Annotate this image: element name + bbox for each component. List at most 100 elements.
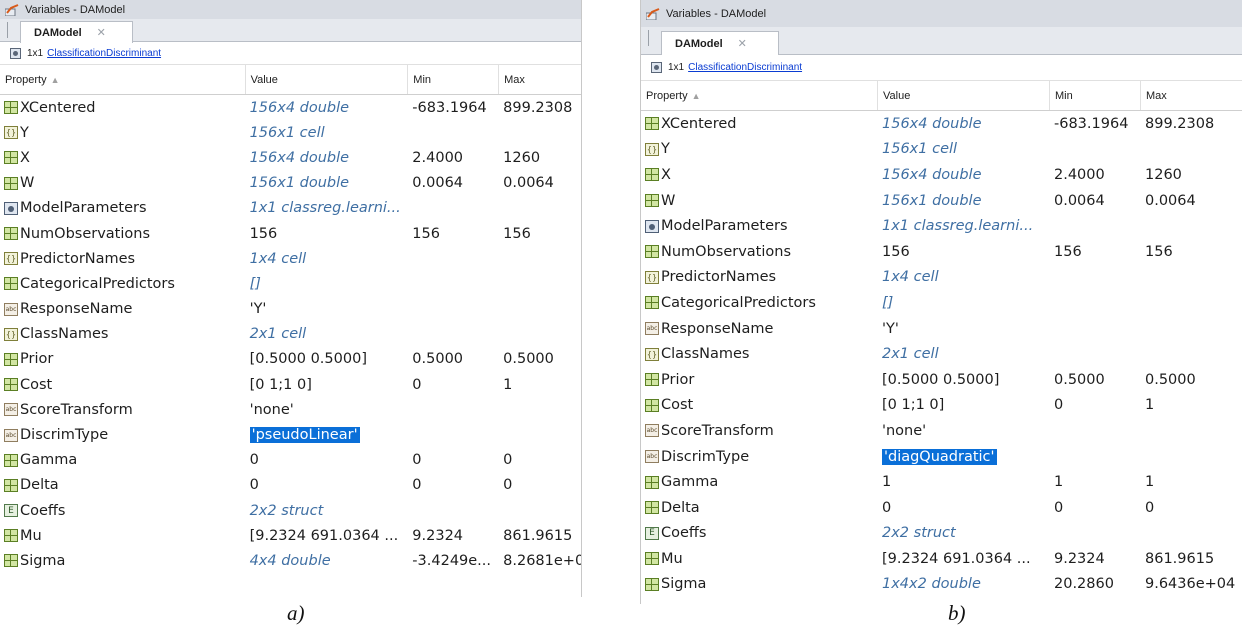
property-cell[interactable]: {} PredictorNames [641, 269, 878, 285]
value-cell[interactable]: 1x4 cell [878, 269, 1050, 285]
table-row[interactable]: Sigma 1x4x2 double 20.2860 9.6436e+04 [641, 572, 1242, 598]
property-cell[interactable]: abc ScoreTransform [641, 423, 878, 439]
table-row[interactable]: {} PredictorNames 1x4 cell [0, 246, 581, 271]
table-row[interactable]: CategoricalPredictors [] [641, 290, 1242, 316]
property-cell[interactable]: Gamma [641, 474, 878, 490]
property-cell[interactable]: Mu [0, 528, 246, 544]
table-row[interactable]: ModelParameters 1x1 classreg.learni... [0, 196, 581, 221]
value-cell[interactable]: 0 [246, 452, 409, 468]
value-cell[interactable]: 'none' [878, 423, 1050, 439]
property-cell[interactable]: abc ScoreTransform [0, 402, 246, 418]
column-header-min[interactable]: Min [1050, 81, 1141, 110]
table-row[interactable]: abc DiscrimType'diagQuadratic' [641, 444, 1242, 470]
value-cell[interactable]: 'Y' [246, 301, 409, 317]
property-cell[interactable]: Gamma [0, 452, 246, 468]
value-cell[interactable]: [9.2324 691.0364 ... [246, 528, 409, 544]
property-cell[interactable]: E Coeffs [641, 525, 878, 541]
property-cell[interactable]: XCentered [641, 116, 878, 132]
value-cell[interactable]: 2x2 struct [246, 503, 409, 519]
value-cell[interactable]: 156x4 double [878, 167, 1050, 183]
value-cell[interactable]: 2x1 cell [878, 346, 1050, 362]
property-cell[interactable]: E Coeffs [0, 503, 246, 519]
column-header-max[interactable]: Max [1141, 81, 1242, 110]
property-cell[interactable]: ModelParameters [0, 200, 246, 216]
value-cell[interactable]: 1x1 classreg.learni... [246, 200, 409, 216]
value-cell[interactable]: 'pseudoLinear' [246, 427, 409, 444]
property-cell[interactable]: Delta [0, 477, 246, 493]
value-cell[interactable]: 156x1 cell [246, 125, 409, 141]
value-cell[interactable]: 156 [246, 226, 409, 242]
value-cell[interactable]: 156x1 double [246, 175, 409, 191]
value-cell[interactable]: 156 [878, 244, 1050, 260]
drag-grip[interactable] [648, 30, 650, 46]
value-cell[interactable]: 2x2 struct [878, 525, 1050, 541]
property-cell[interactable]: NumObservations [641, 244, 878, 260]
table-row[interactable]: abc ResponseName 'Y' [0, 297, 581, 322]
close-icon[interactable]: ✕ [97, 26, 106, 39]
value-cell[interactable]: 'none' [246, 402, 409, 418]
table-row[interactable]: {} ClassNames 2x1 cell [0, 322, 581, 347]
drag-grip[interactable] [7, 22, 9, 38]
property-cell[interactable]: {} Y [0, 125, 246, 141]
value-cell[interactable]: 1x1 classreg.learni... [878, 218, 1050, 234]
property-cell[interactable]: abc DiscrimType [641, 449, 878, 465]
table-row[interactable]: Gamma 1 1 1 [641, 469, 1242, 495]
window-titlebar[interactable]: Variables - DAModel [0, 0, 581, 19]
table-row[interactable]: W 156x1 double 0.0064 0.0064 [0, 171, 581, 196]
table-row[interactable]: NumObservations 156 156 156 [0, 221, 581, 246]
table-row[interactable]: X 156x4 double 2.4000 1260 [641, 162, 1242, 188]
table-row[interactable]: E Coeffs 2x2 struct [0, 498, 581, 523]
table-row[interactable]: abc ResponseName 'Y' [641, 316, 1242, 342]
property-cell[interactable]: NumObservations [0, 226, 246, 242]
property-cell[interactable]: {} ClassNames [641, 346, 878, 362]
property-cell[interactable]: Sigma [641, 576, 878, 592]
table-row[interactable]: Mu [9.2324 691.0364 ... 9.2324 861.9615 [641, 546, 1242, 572]
property-cell[interactable]: X [0, 150, 246, 166]
value-cell[interactable]: [0.5000 0.5000] [878, 372, 1050, 388]
value-cell[interactable]: [0 1;1 0] [246, 377, 409, 393]
property-cell[interactable]: ModelParameters [641, 218, 878, 234]
property-cell[interactable]: Sigma [0, 553, 246, 569]
property-cell[interactable]: {} PredictorNames [0, 251, 246, 267]
value-cell[interactable]: 1 [878, 474, 1050, 490]
table-row[interactable]: Gamma 0 0 0 [0, 448, 581, 473]
property-cell[interactable]: Delta [641, 500, 878, 516]
table-row[interactable]: {} Y 156x1 cell [641, 137, 1242, 163]
property-cell[interactable]: {} ClassNames [0, 326, 246, 342]
table-row[interactable]: Cost [0 1;1 0] 0 1 [0, 372, 581, 397]
value-cell[interactable]: [0.5000 0.5000] [246, 351, 409, 367]
value-cell[interactable]: 1x4x2 double [878, 576, 1050, 592]
value-cell[interactable]: 4x4 double [246, 553, 409, 569]
value-cell[interactable]: 156x4 double [246, 150, 409, 166]
value-cell[interactable]: [9.2324 691.0364 ... [878, 551, 1050, 567]
property-cell[interactable]: XCentered [0, 100, 246, 116]
value-cell[interactable]: 'Y' [878, 321, 1050, 337]
column-header-max[interactable]: Max [499, 65, 581, 94]
property-cell[interactable]: Cost [641, 397, 878, 413]
value-cell[interactable]: [] [246, 276, 409, 292]
property-cell[interactable]: CategoricalPredictors [641, 295, 878, 311]
value-cell[interactable]: [] [878, 295, 1050, 311]
table-row[interactable]: XCentered 156x4 double -683.1964 899.2308 [0, 95, 581, 120]
table-row[interactable]: Prior [0.5000 0.5000] 0.5000 0.5000 [641, 367, 1242, 393]
column-header-value[interactable]: Value [246, 65, 409, 94]
value-cell[interactable]: 0 [246, 477, 409, 493]
property-cell[interactable]: abc ResponseName [641, 321, 878, 337]
value-cell[interactable]: [0 1;1 0] [878, 397, 1050, 413]
table-row[interactable]: W 156x1 double 0.0064 0.0064 [641, 188, 1242, 214]
table-row[interactable]: Prior [0.5000 0.5000] 0.5000 0.5000 [0, 347, 581, 372]
table-row[interactable]: Mu [9.2324 691.0364 ... 9.2324 861.9615 [0, 523, 581, 548]
table-row[interactable]: Delta 0 0 0 [641, 495, 1242, 521]
property-cell[interactable]: {} Y [641, 141, 878, 157]
table-row[interactable]: Delta 0 0 0 [0, 473, 581, 498]
value-cell[interactable]: 2x1 cell [246, 326, 409, 342]
table-row[interactable]: E Coeffs 2x2 struct [641, 521, 1242, 547]
column-header-property[interactable]: Property ▲ [0, 65, 246, 94]
value-cell[interactable]: 156x4 double [878, 116, 1050, 132]
value-cell[interactable]: 0 [878, 500, 1050, 516]
tab-damodel[interactable]: DAModel ✕ [20, 21, 133, 43]
table-row[interactable]: XCentered 156x4 double -683.1964 899.2308 [641, 111, 1242, 137]
property-cell[interactable]: W [0, 175, 246, 191]
class-link[interactable]: ClassificationDiscriminant [688, 62, 802, 73]
property-cell[interactable]: Prior [641, 372, 878, 388]
